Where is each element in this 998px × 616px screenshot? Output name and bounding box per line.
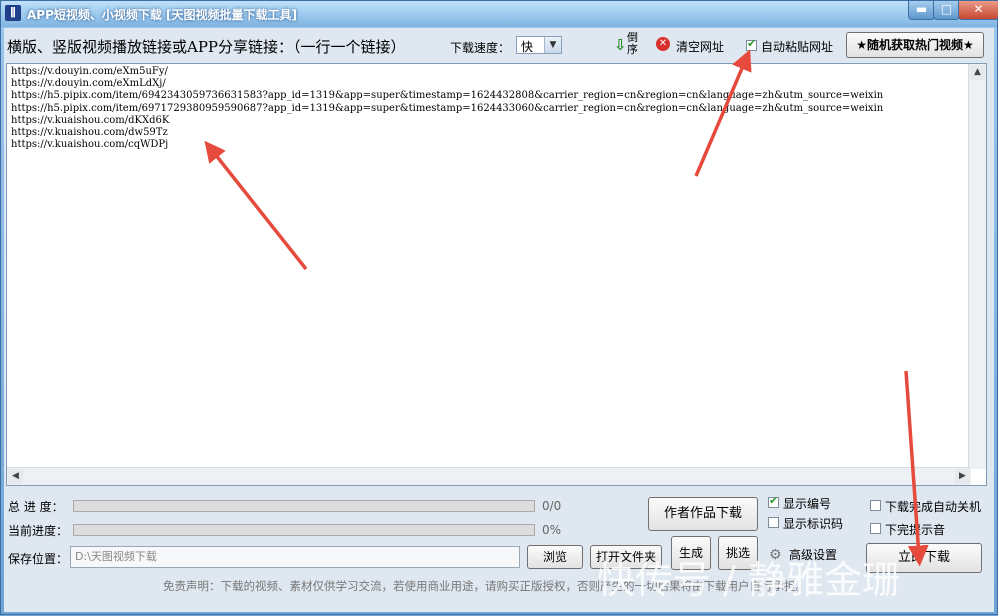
reverse-order-button[interactable]: ⇩ 倒序 xyxy=(612,32,642,58)
auto-shutdown-label[interactable]: 下载完成自动关机 xyxy=(885,498,981,515)
current-progress-bar xyxy=(73,524,535,536)
url-line: https://v.douyin.com/eXm5uFy/ xyxy=(11,66,168,77)
current-progress-label: 当前进度： xyxy=(8,524,69,538)
speed-select[interactable]: 快 ▼ xyxy=(516,36,562,54)
show-number-checkbox[interactable]: ✔ xyxy=(768,494,779,508)
link-instruction: 横版、竖版视频播放链接或APP分享链接：（一行一个链接） xyxy=(7,38,406,56)
total-progress-bar xyxy=(73,500,535,512)
clear-icon: ✕ xyxy=(656,37,670,51)
url-line: https://v.douyin.com/eXmLdXj/ xyxy=(11,78,166,90)
scroll-left-icon[interactable]: ◀ xyxy=(8,469,23,484)
total-progress-label: 总 进 度： xyxy=(8,500,64,514)
auto-shutdown-checkbox[interactable] xyxy=(870,500,881,511)
check-icon: ✔ xyxy=(769,494,779,507)
auto-paste-checkbox[interactable]: ✔ xyxy=(746,37,757,51)
title-bar[interactable]: ⫼ APP短视频、小视频下载 [天图视频批量下载工具] ▬ □ ✕ xyxy=(1,1,998,27)
url-line: https://v.kuaishou.com/cqWDPj xyxy=(11,139,169,151)
check-icon: ✔ xyxy=(747,37,757,50)
url-line: https://h5.pipix.com/item/69423430597366… xyxy=(11,90,884,102)
horizontal-scrollbar[interactable]: ◀ ▶ xyxy=(7,467,971,485)
speed-value: 快 xyxy=(521,40,534,54)
close-button[interactable]: ✕ xyxy=(958,1,998,20)
watermark: 快传号 / 静雅金珊 xyxy=(597,558,900,602)
speed-label: 下载速度： xyxy=(450,41,511,55)
minimize-button[interactable]: ▬ xyxy=(908,1,935,20)
window-title: APP短视频、小视频下载 [天图视频批量下载工具] xyxy=(27,8,298,22)
chevron-down-icon[interactable]: ▼ xyxy=(544,37,561,53)
browse-button[interactable]: 浏览 xyxy=(527,545,583,569)
clear-urls-label: 清空网址 xyxy=(676,40,725,54)
app-logo-icon: ⫼ xyxy=(5,5,21,21)
auto-paste-label[interactable]: 自动粘贴网址 xyxy=(761,38,833,55)
current-progress-value: 0% xyxy=(542,523,562,537)
url-line: https://v.kuaishou.com/dKXd6K xyxy=(11,114,170,126)
save-location-label: 保存位置： xyxy=(8,552,69,566)
maximize-button[interactable]: □ xyxy=(933,1,960,20)
scroll-up-icon[interactable]: ▲ xyxy=(970,65,985,80)
main-panel: 横版、竖版视频播放链接或APP分享链接：（一行一个链接） 下载速度： 快 ▼ ⇩… xyxy=(4,28,994,612)
show-id-checkbox[interactable] xyxy=(768,517,779,528)
sound-on-finish-checkbox[interactable] xyxy=(870,523,881,534)
total-progress-value: 0/0 xyxy=(542,499,562,513)
show-number-label[interactable]: 显示编号 xyxy=(783,495,831,512)
url-line: https://h5.pipix.com/item/69717293809595… xyxy=(11,102,884,114)
arrow-down-icon: ⇩ xyxy=(614,36,627,54)
author-works-download-button[interactable]: 作者作品下载 xyxy=(648,497,758,531)
show-id-label[interactable]: 显示标识码 xyxy=(783,515,843,532)
url-line: https://v.kuaishou.com/dw59Tz xyxy=(11,127,168,139)
scroll-right-icon[interactable]: ▶ xyxy=(955,469,970,484)
url-lines: https://v.douyin.com/eXm5uFy/https://v.d… xyxy=(11,66,883,151)
vertical-scrollbar[interactable]: ▲ xyxy=(968,64,986,469)
sound-on-finish-label[interactable]: 下完提示音 xyxy=(885,521,945,538)
url-textarea[interactable]: https://v.douyin.com/eXm5uFy/https://v.d… xyxy=(6,63,987,486)
random-hot-videos-button[interactable]: ★随机获取热门视频★ xyxy=(846,32,984,58)
app-window: ⫼ APP短视频、小视频下载 [天图视频批量下载工具] ▬ □ ✕ 横版、竖版视… xyxy=(0,0,998,615)
reverse-order-label: 倒序 xyxy=(627,31,638,56)
save-path-input[interactable]: D:\天图视频下载 xyxy=(70,546,520,568)
